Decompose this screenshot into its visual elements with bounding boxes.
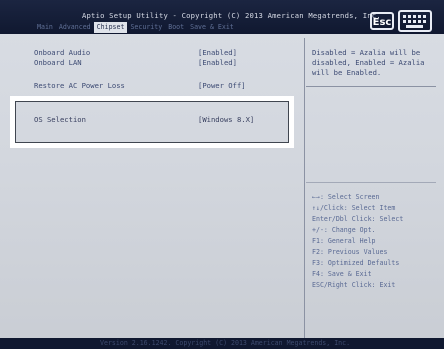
selection-highlight-box xyxy=(10,96,294,148)
setting-value[interactable]: [Power Off] xyxy=(198,81,246,90)
setting-label: Onboard LAN xyxy=(34,58,82,67)
setting-value[interactable]: [Enabled] xyxy=(198,48,237,57)
key-legend: ←→: Select Screen ↑↓/Click: Select Item … xyxy=(312,192,436,291)
setting-label: Restore AC Power Loss xyxy=(34,81,125,90)
key-hint: F3: Optimized Defaults xyxy=(312,259,400,267)
key-hint: F4: Save & Exit xyxy=(312,270,372,278)
setting-label: Onboard Audio xyxy=(34,48,91,57)
key-hint: +/-: Change Opt. xyxy=(312,226,376,234)
tab-main[interactable]: Main xyxy=(34,22,56,33)
key-hint: ↑↓/Click: Select Item xyxy=(312,204,396,212)
bios-header: Aptio Setup Utility - Copyright (C) 2013… xyxy=(0,0,444,34)
bios-title: Aptio Setup Utility - Copyright (C) 2013… xyxy=(82,11,381,20)
settings-panel: Onboard Audio [Enabled] Onboard LAN [Ena… xyxy=(34,38,305,338)
keyboard-icon[interactable] xyxy=(398,10,432,32)
help-description: Disabled = Azalia will be disabled, Enab… xyxy=(312,48,425,77)
key-hint: ESC/Right Click: Exit xyxy=(312,281,396,289)
tab-boot[interactable]: Boot xyxy=(165,22,187,33)
setting-value[interactable]: [Enabled] xyxy=(198,58,237,67)
key-hint: Enter/Dbl Click: Select xyxy=(312,215,404,223)
divider xyxy=(306,182,436,183)
tab-advanced[interactable]: Advanced xyxy=(56,22,94,33)
tab-save-exit[interactable]: Save & Exit xyxy=(187,22,237,33)
key-hint: ←→: Select Screen xyxy=(312,193,380,201)
divider xyxy=(306,86,436,87)
key-hint: F1: General Help xyxy=(312,237,376,245)
bios-footer: Version 2.16.1242. Copyright (C) 2013 Am… xyxy=(0,338,444,349)
esc-key-icon[interactable]: Esc xyxy=(370,12,394,30)
version-text: Version 2.16.1242. Copyright (C) 2013 Am… xyxy=(100,339,351,347)
bios-screen: Aptio Setup Utility - Copyright (C) 2013… xyxy=(0,0,444,349)
tab-security[interactable]: Security xyxy=(127,22,165,33)
tab-bar: Main Advanced Chipset Security Boot Save… xyxy=(34,22,237,33)
help-panel: Disabled = Azalia will be disabled, Enab… xyxy=(306,38,436,338)
key-hint: F2: Previous Values xyxy=(312,248,388,256)
tab-chipset[interactable]: Chipset xyxy=(93,22,128,33)
